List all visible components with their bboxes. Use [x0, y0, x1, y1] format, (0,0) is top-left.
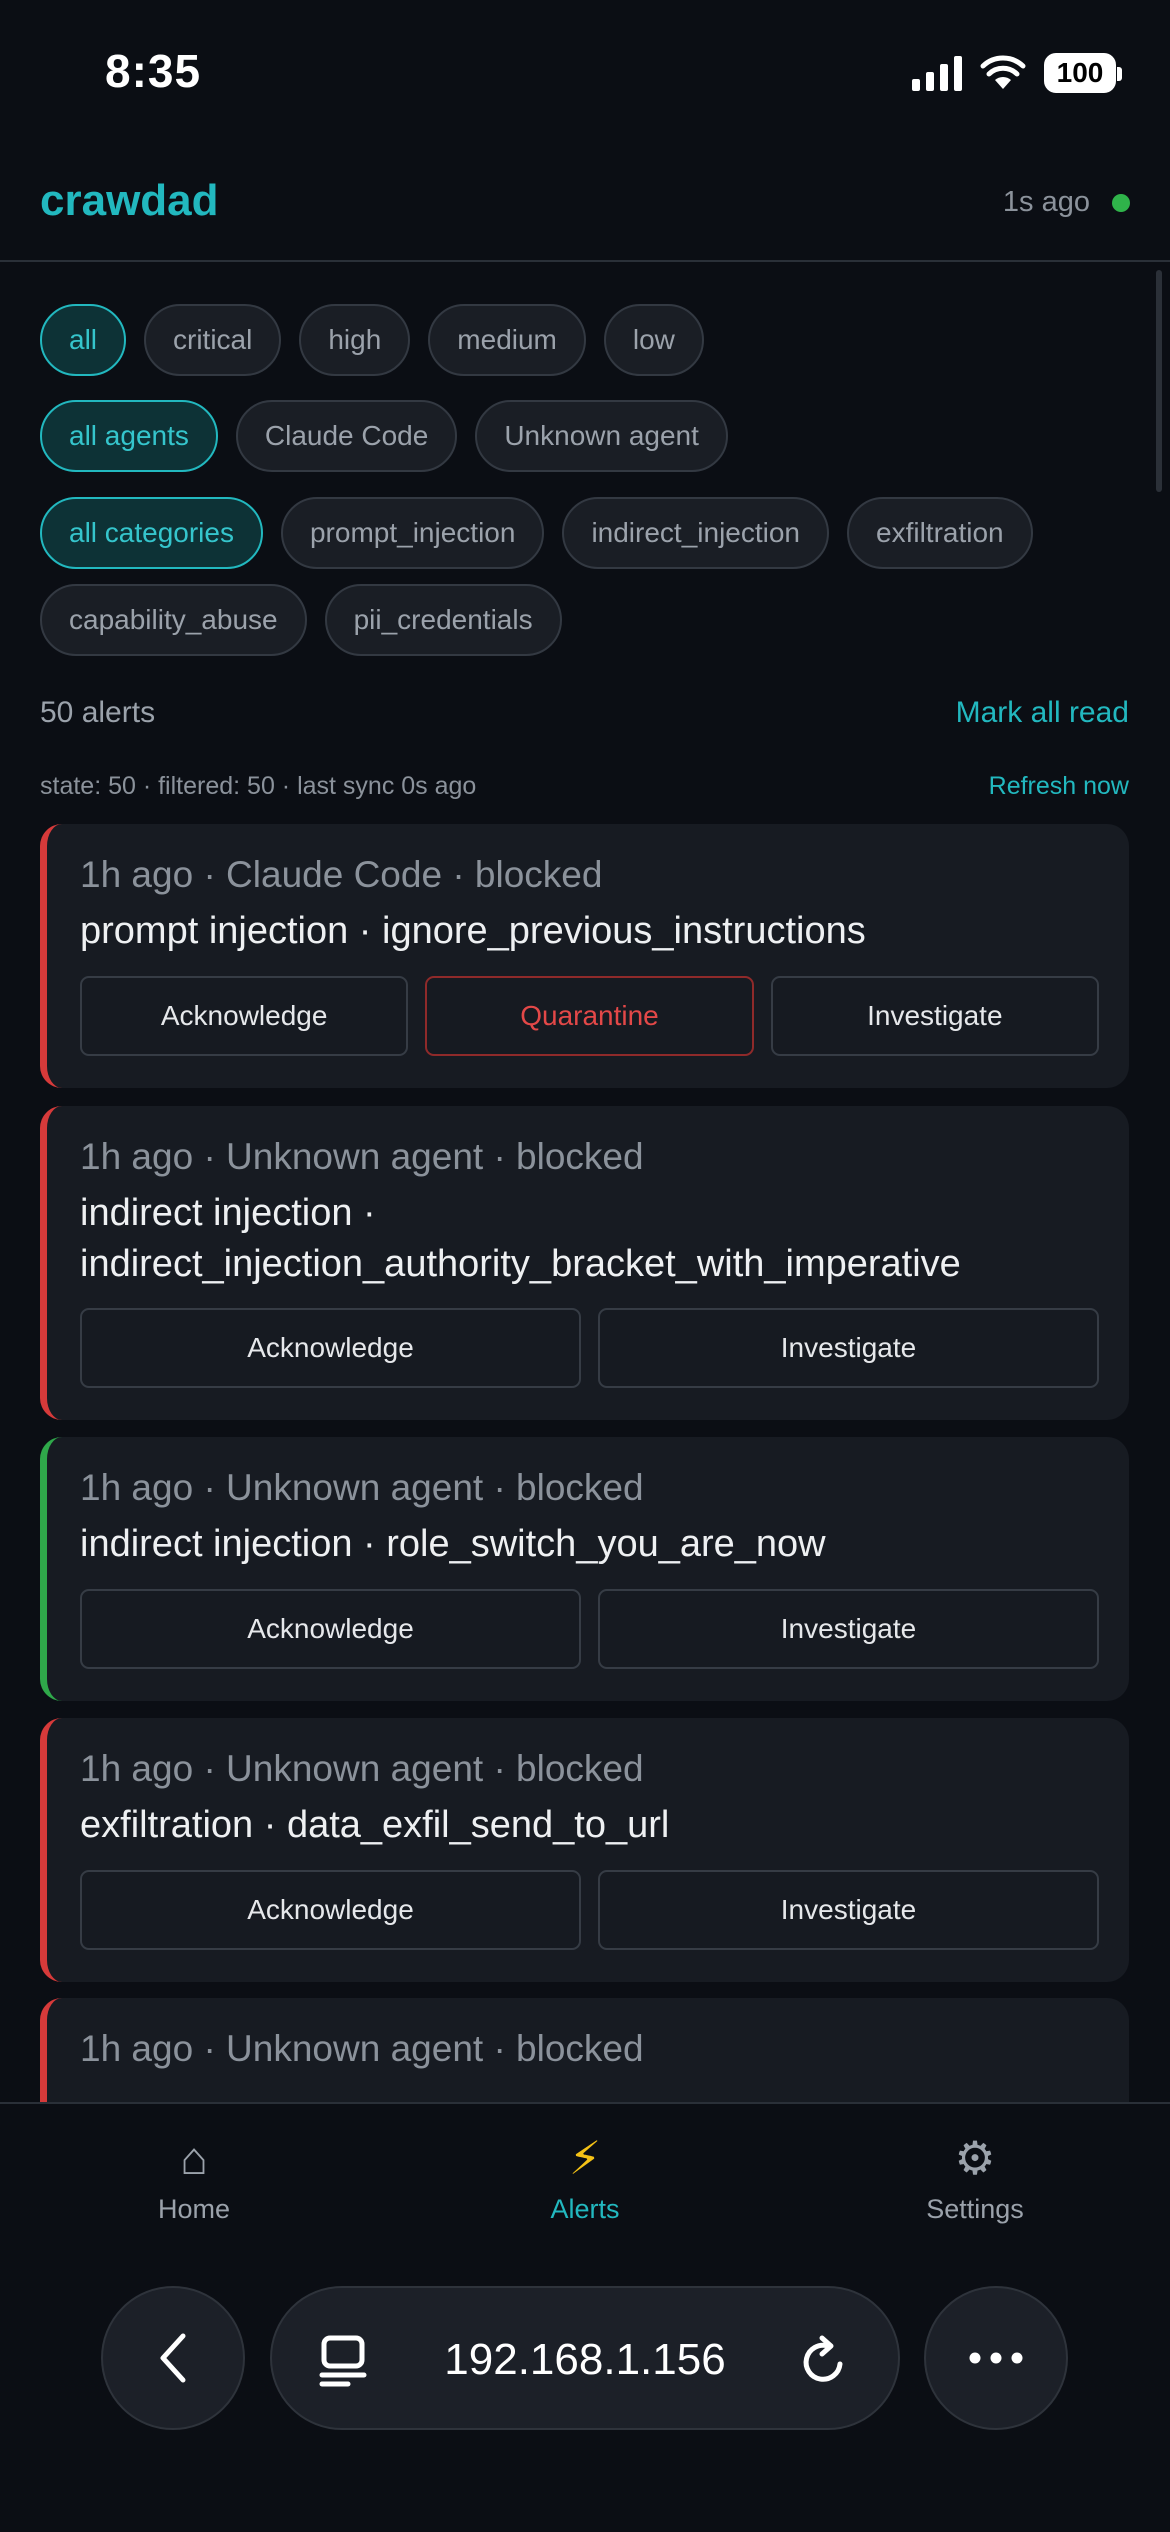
alert-title-line-1: indirect injection · [80, 1192, 376, 1234]
filter-category-indirect-injection[interactable]: indirect_injection [562, 497, 830, 569]
alert-card[interactable]: 1h ago · Unknown agent · blocked indirec… [40, 1106, 1129, 1420]
filter-agent-unknown[interactable]: Unknown agent [475, 400, 728, 472]
agent-filter-row: all agents Claude Code Unknown agent [40, 400, 728, 472]
acknowledge-button[interactable]: Acknowledge [80, 1870, 581, 1950]
filter-severity-medium[interactable]: medium [428, 304, 586, 376]
investigate-button[interactable]: Investigate [770, 976, 1099, 1056]
alert-title: exfiltration · data_exfil_send_to_url [80, 1804, 670, 1846]
acknowledge-button[interactable]: Acknowledge [80, 976, 409, 1056]
alert-actions: Acknowledge Investigate [80, 1870, 1099, 1950]
app-title: crawdad [40, 176, 219, 225]
alert-title: prompt injection · ignore_previous_instr… [80, 910, 866, 952]
alert-meta: 1h ago · Claude Code · blocked [80, 854, 603, 895]
investigate-button[interactable]: Investigate [598, 1870, 1099, 1950]
alert-actions: Acknowledge Quarantine Investigate [80, 976, 1099, 1056]
browser-more-button[interactable] [924, 2286, 1068, 2430]
filter-category-capability-abuse[interactable]: capability_abuse [40, 584, 307, 656]
lightning-bolt-icon: ⚡ [568, 2132, 602, 2184]
alerts-feed[interactable]: all critical high medium low all agents … [0, 264, 1170, 2102]
refresh-now-link[interactable]: Refresh now [989, 772, 1129, 801]
browser-back-button[interactable] [101, 2286, 245, 2430]
browser-url-bar[interactable]: 192.168.1.156 [270, 2286, 900, 2430]
cellular-signal-icon [912, 55, 962, 91]
chevron-left-icon [160, 2333, 186, 2383]
wifi-icon [980, 55, 1026, 89]
acknowledge-button[interactable]: Acknowledge [80, 1308, 581, 1388]
alert-title: indirect injection · role_switch_you_are… [80, 1523, 826, 1565]
alert-meta: 1h ago · Unknown agent · blocked [80, 1467, 644, 1508]
home-icon: ⌂ [180, 2132, 208, 2184]
alert-meta: 1h ago · Unknown agent · blocked [80, 1136, 644, 1177]
filter-category-all[interactable]: all categories [40, 497, 263, 569]
alert-card[interactable]: 1h ago · Unknown agent · blocked exfiltr… [40, 1718, 1129, 1982]
filter-category-prompt-injection[interactable]: prompt_injection [280, 497, 545, 569]
investigate-button[interactable]: Investigate [598, 1308, 1099, 1388]
filter-category-pii-credentials[interactable]: pii_credentials [324, 584, 562, 656]
category-filter-row-1: all categories prompt_injection indirect… [40, 497, 1033, 569]
investigate-button[interactable]: Investigate [598, 1589, 1099, 1669]
category-filter-row-2: capability_abuse pii_credentials [40, 584, 562, 656]
gear-icon: ⚙ [954, 2132, 996, 2184]
quarantine-button[interactable]: Quarantine [425, 976, 754, 1056]
app-header: crawdad 1s ago [0, 150, 1170, 262]
status-bar: 8:35 100 [0, 0, 1170, 150]
filter-agent-claude-code[interactable]: Claude Code [235, 400, 458, 472]
sync-time: 1s ago [1002, 186, 1090, 218]
alert-actions: Acknowledge Investigate [80, 1589, 1099, 1669]
mark-all-read-link[interactable]: Mark all read [956, 696, 1129, 730]
severity-filter-row: all critical high medium low [40, 304, 704, 376]
alert-meta: 1h ago · Unknown agent · blocked [80, 2028, 644, 2069]
filter-agent-all[interactable]: all agents [40, 400, 218, 472]
alert-title-line-2: indirect_injection_authority_bracket_wit… [80, 1243, 961, 1285]
filter-severity-critical[interactable]: critical [144, 304, 282, 376]
acknowledge-button[interactable]: Acknowledge [80, 1589, 581, 1669]
nav-settings-label: Settings [926, 2194, 1024, 2224]
sync-state-line: state: 50 · filtered: 50 · last sync 0s … [40, 772, 477, 800]
alert-card[interactable]: 1h ago · Unknown agent · blocked [40, 1998, 1129, 2102]
nav-home-label: Home [157, 2194, 231, 2224]
nav-alerts-label: Alerts [550, 2194, 620, 2224]
scrollbar-thumb[interactable] [1156, 270, 1162, 492]
battery-icon: 100 [1044, 53, 1122, 93]
live-status-dot [1112, 193, 1130, 212]
nav-alerts[interactable]: ⚡ Alerts [455, 2128, 715, 2225]
alert-card[interactable]: 1h ago · Claude Code · blocked prompt in… [40, 824, 1129, 1088]
alert-card[interactable]: 1h ago · Unknown agent · blocked indirec… [40, 1437, 1129, 1701]
alert-meta: 1h ago · Unknown agent · blocked [80, 1748, 644, 1789]
status-icons: 100 [912, 50, 1122, 96]
filter-severity-high[interactable]: high [299, 304, 411, 376]
nav-settings[interactable]: ⚙ Settings [845, 2128, 1105, 2225]
sync-status: 1s ago [1003, 186, 1130, 219]
filter-severity-low[interactable]: low [603, 304, 704, 376]
more-horizontal-icon [969, 2352, 1023, 2364]
alert-actions: Acknowledge Investigate [80, 1308, 1099, 1388]
alerts-count: 50 alerts [40, 696, 156, 729]
nav-home[interactable]: ⌂ Home [64, 2128, 324, 2225]
filter-category-exfiltration[interactable]: exfiltration [847, 497, 1033, 569]
status-time: 8:35 [105, 45, 202, 97]
reload-icon[interactable] [798, 2334, 850, 2388]
filter-severity-all[interactable]: all [40, 304, 127, 376]
